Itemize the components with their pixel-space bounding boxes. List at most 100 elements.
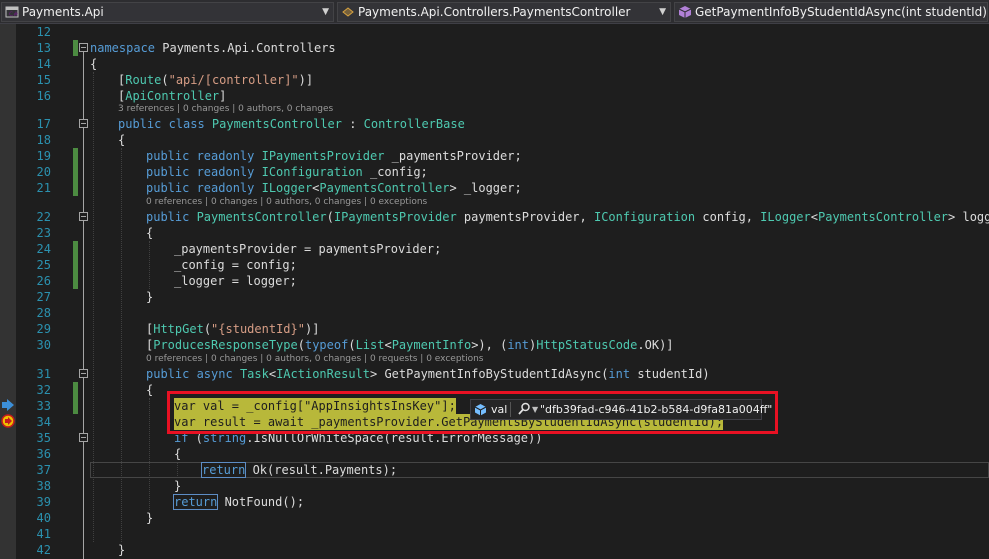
string: "api/[controller]" [168,73,299,87]
line-number: 25 [36,258,51,272]
svg-text:C#: C# [9,11,18,18]
datatip-name: val [491,403,508,416]
keyword: public async [146,367,233,381]
line-number: 33 [36,399,51,413]
identifier: NotFound(); [217,495,305,509]
collapse-icon[interactable] [79,369,88,378]
identifier: _config; [362,165,428,179]
line-number: 42 [36,543,51,557]
line-number: 29 [36,322,51,336]
line-number: 17 [36,117,51,131]
type: ILogger [254,181,313,195]
line-number: 21 [36,181,51,195]
code-line: } [146,290,154,304]
code-line: { [90,57,98,71]
punct: )] [304,322,320,336]
type: Task [239,367,269,381]
code-line: } [146,511,154,525]
change-indicator [73,241,78,289]
identifier: > _logger; [449,181,522,195]
datatip[interactable]: val ▼ "dfb39fad-c946-41b2-b584-d9fa81a00… [470,399,772,420]
punct: >), ( [471,338,508,352]
namespace-name: Payments.Api.Controllers [155,41,336,55]
variable-icon [474,404,487,416]
chevron-down-icon: ▼ [322,7,329,17]
line-number: 36 [36,447,51,461]
punct: ( [203,322,212,336]
type: PaymentsController [817,210,949,224]
collapse-icon[interactable] [79,212,88,221]
attribute: Route [125,73,162,87]
code-line: { [174,447,182,461]
indicator-margin[interactable] [0,24,16,559]
line-number: 16 [36,89,51,103]
line-number: 18 [36,133,51,147]
type-dropdown[interactable]: Payments.Api.Controllers.PaymentsControl… [337,2,671,22]
punct: < [810,210,818,224]
csharp-project-icon: C# [5,6,19,18]
line-number: 20 [36,165,51,179]
type: HttpStatusCode [536,338,638,352]
param: > logger) [948,210,989,224]
attribute: ApiController [125,89,220,103]
type: IConfiguration [254,165,363,179]
keyword: public [146,210,190,224]
code-line: return Ok(result.Payments); [200,462,397,478]
line-number: 32 [36,383,51,397]
project-dropdown[interactable]: C# Payments.Api ▼ [1,2,334,22]
change-indicator [73,382,78,414]
line-number: 27 [36,290,51,304]
identifier: .IsNullOrWhiteSpace(result.ErrorMessage)… [246,431,543,445]
code-line: return NotFound(); [172,494,305,510]
datatip-value[interactable]: "dfb39fad-c946-41b2-b584-d9fa81a004ff" [540,400,772,419]
method-icon [678,6,692,18]
line-number: 37 [36,463,51,477]
class-icon [342,7,354,17]
base-class: ControllerBase [363,117,465,131]
keyword: string [202,431,247,445]
code-line: _paymentsProvider = paymentsProvider; [174,242,442,256]
line-number: 22 [36,210,51,224]
current-statement-icon [1,414,15,428]
step-arrow-icon [2,399,14,411]
param: config, [695,210,761,224]
method-name: > GetPaymentInfoByStudentIdAsync( [370,367,609,381]
code-line: _config = config; [174,258,297,272]
punct: ( [188,431,203,445]
code-line: public class PaymentsController : Contro… [118,116,465,132]
param: studentId) [630,367,710,381]
identifier: val = _config[ [195,399,305,413]
line-number: 14 [36,57,51,71]
class-name: PaymentsController [204,117,350,131]
codelens[interactable]: 0 references | 0 changes | 0 authors, 0 … [146,196,427,208]
keyword: return [200,462,247,478]
collapse-icon[interactable] [79,43,88,52]
ctor-name: PaymentsController [189,210,327,224]
code-line: [ApiController] [118,88,226,104]
line-number: 35 [36,431,51,445]
type: IActionResult [276,367,370,381]
identifier: .OK)] [637,338,674,352]
code-line: _logger = logger; [174,274,297,288]
collapse-icon[interactable] [79,433,88,442]
punct: ( [297,338,305,352]
line-number: 12 [36,25,51,39]
code-line: public async Task<IActionResult> GetPaym… [146,366,710,382]
code-line: { [146,383,154,397]
magnifier-icon[interactable] [517,401,531,417]
codelens[interactable]: 0 references | 0 changes | 0 authors, 0 … [146,353,483,365]
punct: ( [348,338,356,352]
codelens[interactable]: 3 references | 0 changes | 0 authors, 0 … [118,103,333,115]
keyword: public readonly [146,165,255,179]
punct: ]; [441,399,456,413]
line-number: 38 [36,479,51,493]
code-line: { [146,226,154,240]
chevron-down-icon[interactable]: ▼ [532,400,538,419]
punct: ( [161,73,169,87]
collapse-icon[interactable] [79,119,88,128]
indent-guide [149,398,150,510]
keyword: namespace [90,41,156,55]
type: PaymentsController [319,181,450,195]
type: IPaymentsProvider [333,210,457,224]
member-dropdown[interactable]: GetPaymentInfoByStudentIdAsync(int stude… [674,2,988,22]
